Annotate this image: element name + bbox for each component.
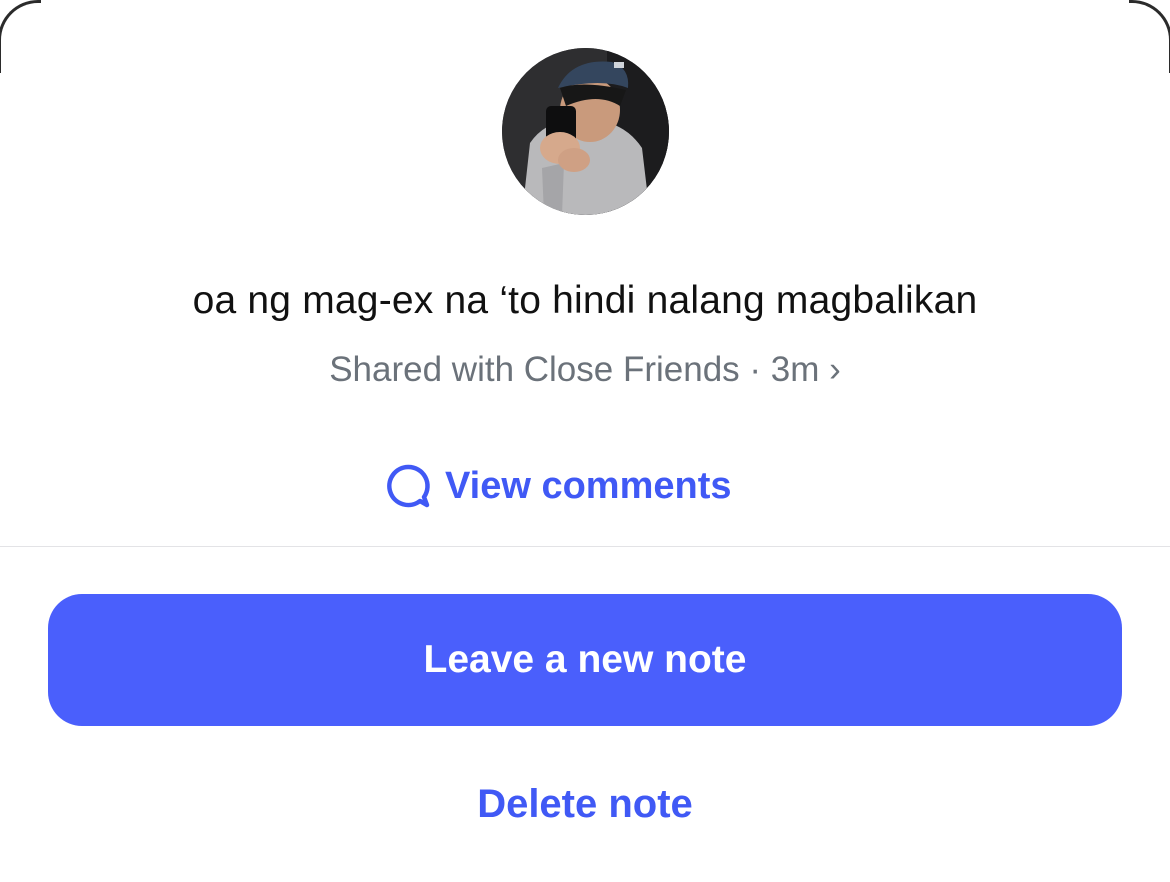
avatar-photo [502,48,669,215]
view-comments-label: View comments [445,464,732,507]
note-sheet: oa ng mag-ex na ‘to hindi nalang magbali… [0,0,1170,882]
screen-corner-right [1129,0,1170,73]
leave-new-note-button[interactable]: Leave a new note [48,594,1122,726]
delete-note-button[interactable]: Delete note [0,776,1170,832]
screen-corner-left [0,0,41,73]
view-comments-button[interactable]: View comments [385,460,732,512]
note-audience-meta[interactable]: Shared with Close Friends · 3m › [0,348,1170,392]
note-text: oa ng mag-ex na ‘to hindi nalang magbali… [192,279,978,322]
divider [0,546,1170,547]
avatar[interactable] [502,48,669,215]
comment-bubble-icon [387,464,430,508]
